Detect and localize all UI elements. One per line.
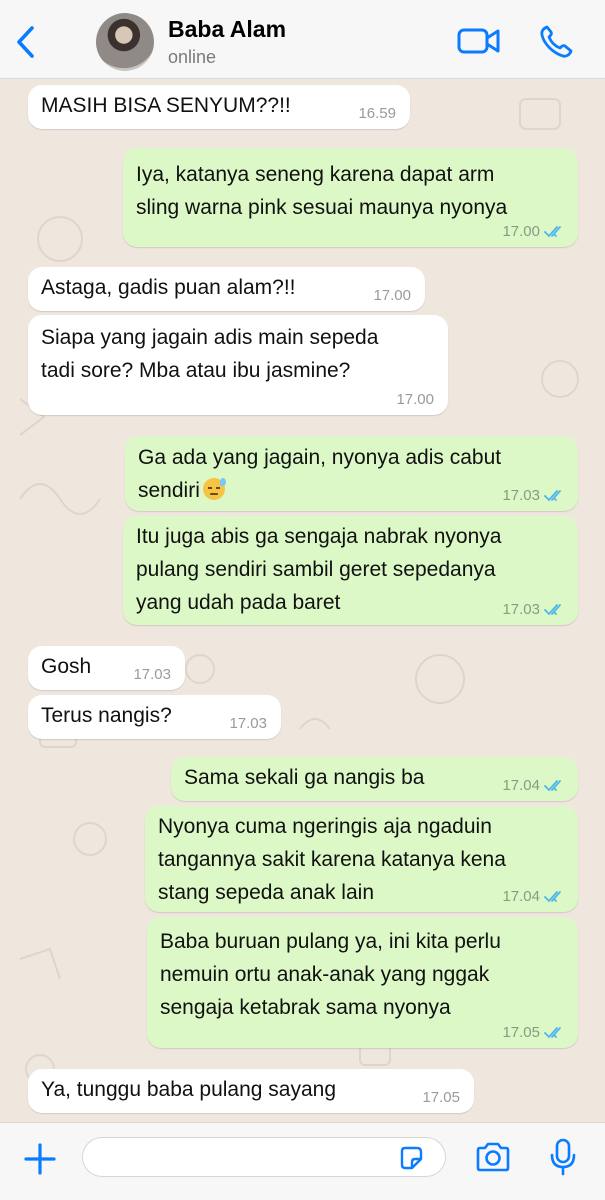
sticker-icon bbox=[400, 1146, 423, 1170]
contact-status: online bbox=[168, 47, 217, 67]
message-time: 17.00 bbox=[373, 287, 411, 304]
message-time: 17.03 bbox=[133, 666, 171, 683]
message-text: Ya, tunggu baba pulang sayang bbox=[41, 1078, 337, 1101]
camera-button[interactable] bbox=[474, 1141, 512, 1173]
message-time: 17.03 bbox=[502, 601, 540, 618]
message-text: Terus nangis? bbox=[41, 704, 172, 727]
chat-header: Baba Alam online bbox=[0, 0, 605, 79]
read-ticks-icon bbox=[544, 226, 561, 238]
read-ticks-icon bbox=[544, 891, 561, 903]
message-bubble-incoming[interactable]: Ya, tunggu baba pulang sayang 17.05 bbox=[28, 1069, 474, 1113]
message-bubble-outgoing[interactable]: Nyonya cuma ngeringis aja ngaduin tangan… bbox=[145, 806, 578, 912]
message-time: 17.03 bbox=[502, 487, 540, 504]
message-time: 16.59 bbox=[358, 105, 396, 122]
plus-icon bbox=[24, 1143, 56, 1175]
message-bubble-outgoing[interactable]: Itu juga abis ga sengaja nabrak nyonya p… bbox=[123, 516, 578, 625]
read-ticks-icon bbox=[544, 490, 561, 502]
sticker-button[interactable] bbox=[398, 1145, 424, 1171]
video-call-button[interactable] bbox=[456, 24, 502, 58]
message-input[interactable] bbox=[82, 1137, 446, 1177]
message-time: 17.04 bbox=[502, 888, 540, 905]
message-text: MASIH BISA SENYUM??!! bbox=[41, 94, 291, 117]
chevron-left-icon bbox=[17, 26, 34, 58]
message-text: Astaga, gadis puan alam?!! bbox=[41, 276, 296, 299]
message-time: 17.03 bbox=[229, 715, 267, 732]
message-text: Itu juga abis ga sengaja nabrak nyonya p… bbox=[136, 525, 502, 614]
read-ticks-icon bbox=[544, 604, 561, 616]
message-text: Nyonya cuma ngeringis aja ngaduin tangan… bbox=[158, 815, 506, 904]
message-text: Siapa yang jagain adis main sepeda tadi … bbox=[41, 326, 379, 382]
message-bubble-incoming[interactable]: Siapa yang jagain adis main sepeda tadi … bbox=[28, 315, 448, 415]
message-text: Baba buruan pulang ya, ini kita perlu ne… bbox=[160, 930, 501, 1019]
message-text: Gosh bbox=[41, 655, 92, 678]
microphone-icon bbox=[550, 1138, 576, 1176]
composer-bar bbox=[0, 1122, 605, 1200]
phone-icon bbox=[540, 25, 573, 58]
message-time: 17.04 bbox=[502, 777, 540, 794]
message-bubble-outgoing[interactable]: Sama sekali ga nangis ba 17.04 bbox=[171, 757, 578, 801]
back-button[interactable] bbox=[10, 22, 44, 62]
message-text-content: Ga ada yang jagain, nyonya adis cabut se… bbox=[138, 446, 502, 502]
contact-name[interactable]: Baba Alam bbox=[168, 16, 286, 43]
camera-icon bbox=[476, 1142, 510, 1172]
message-text: Ga ada yang jagain, nyonya adis cabut se… bbox=[138, 441, 501, 507]
message-bubble-outgoing[interactable]: Baba buruan pulang ya, ini kita perlu ne… bbox=[147, 917, 578, 1048]
message-bubble-outgoing[interactable]: Ga ada yang jagain, nyonya adis cabut se… bbox=[125, 436, 578, 511]
message-bubble-incoming[interactable]: Gosh 17.03 bbox=[28, 646, 185, 690]
read-ticks-icon bbox=[544, 1027, 561, 1039]
voice-call-button[interactable] bbox=[536, 22, 576, 62]
attach-button[interactable] bbox=[22, 1141, 58, 1177]
message-time: 17.00 bbox=[396, 391, 434, 408]
message-bubble-incoming[interactable]: MASIH BISA SENYUM??!! 16.59 bbox=[28, 85, 410, 129]
message-bubble-incoming[interactable]: Astaga, gadis puan alam?!! 17.00 bbox=[28, 267, 425, 311]
message-text: Iya, katanya seneng karena dapat arm sli… bbox=[136, 163, 508, 219]
video-camera-icon bbox=[457, 28, 500, 54]
avatar[interactable] bbox=[96, 13, 154, 71]
sweat-face-emoji-icon bbox=[202, 478, 226, 500]
message-bubble-outgoing[interactable]: Iya, katanya seneng karena dapat arm sli… bbox=[123, 148, 578, 247]
chat-area[interactable]: MASIH BISA SENYUM??!! 16.59 Iya, katanya… bbox=[0, 79, 605, 1122]
message-time: 17.05 bbox=[422, 1089, 460, 1106]
message-text: Sama sekali ga nangis ba bbox=[184, 766, 425, 789]
read-ticks-icon bbox=[544, 780, 561, 792]
message-time: 17.00 bbox=[502, 223, 540, 240]
message-time: 17.05 bbox=[502, 1024, 540, 1041]
message-bubble-incoming[interactable]: Terus nangis? 17.03 bbox=[28, 695, 281, 739]
voice-message-button[interactable] bbox=[548, 1137, 578, 1177]
